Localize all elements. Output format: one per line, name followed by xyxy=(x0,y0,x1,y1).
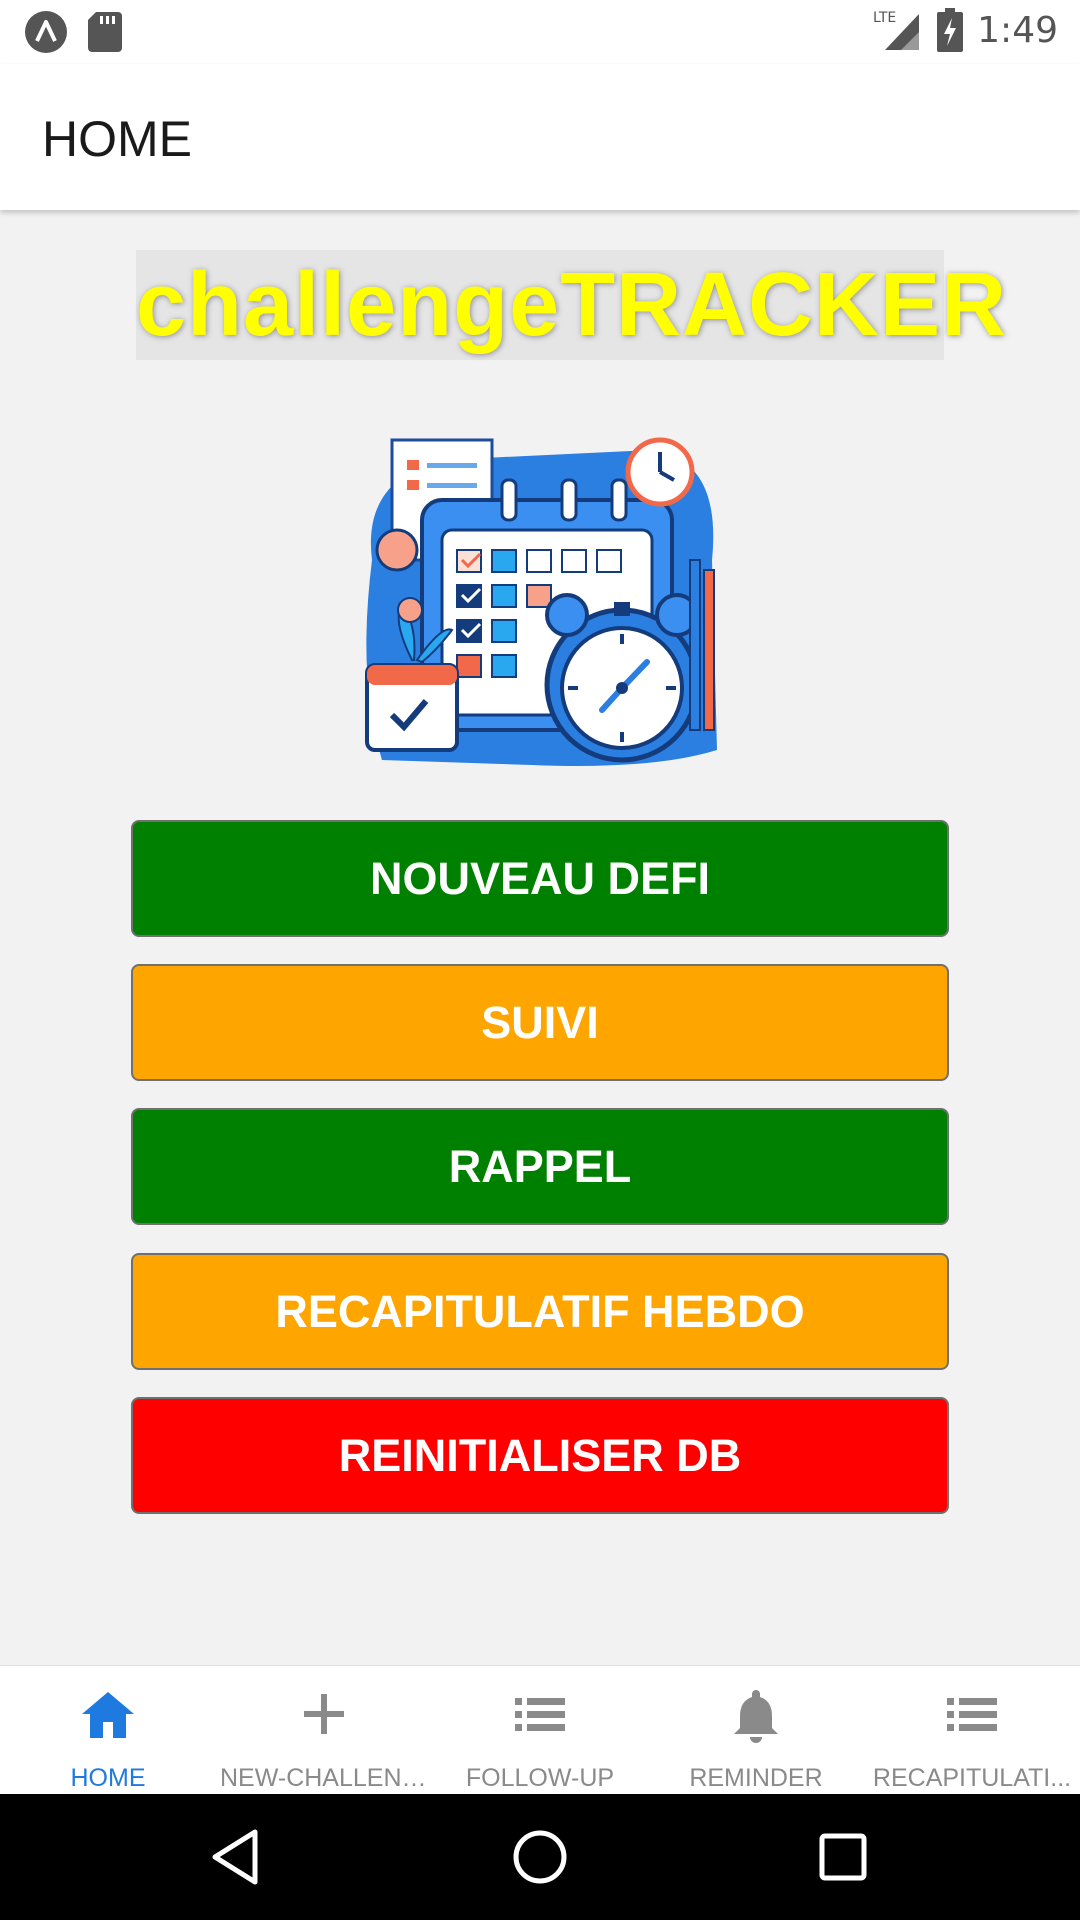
status-left xyxy=(24,10,122,54)
home-circle-icon[interactable] xyxy=(507,1824,573,1890)
tab-recap[interactable]: RECAPITULATI... xyxy=(864,1666,1080,1794)
tab-follow-up-label: FOLLOW-UP xyxy=(465,1764,615,1792)
bottom-navigation: HOME NEW-CHALLENGE FOLLOW-UP REMINDER RE… xyxy=(0,1665,1080,1794)
reset-db-button[interactable]: REINITIALISER DB xyxy=(131,1397,949,1514)
clock: 1:49 xyxy=(977,9,1058,51)
home-icon xyxy=(82,1692,134,1738)
follow-up-button[interactable]: SUIVI xyxy=(131,964,949,1081)
tab-follow-up[interactable]: FOLLOW-UP xyxy=(432,1666,648,1794)
list-icon xyxy=(515,1698,565,1731)
launcher-icon xyxy=(25,11,67,53)
app-bar: HOME xyxy=(0,64,1080,210)
list-icon xyxy=(947,1698,997,1731)
main-content: challengeTRACKER NOUVEAU DEFI SUIVI RAPP… xyxy=(0,210,1080,1665)
tab-home-label: HOME xyxy=(70,1764,146,1792)
page-title: HOME xyxy=(42,111,192,167)
app-logo-text: challengeTRACKER xyxy=(136,250,1006,360)
status-bar: LTE 1:49 xyxy=(0,0,1080,64)
tab-home[interactable]: HOME xyxy=(0,1666,216,1794)
plus-icon xyxy=(304,1694,344,1734)
sd-card-icon xyxy=(88,12,122,52)
system-navigation-bar xyxy=(0,1794,1080,1920)
battery-icon xyxy=(937,8,964,52)
status-right: LTE 1:49 xyxy=(873,8,1058,52)
weekly-summary-button[interactable]: RECAPITULATIF HEBDO xyxy=(131,1253,949,1370)
signal-icon: LTE xyxy=(873,10,920,50)
reminder-button[interactable]: RAPPEL xyxy=(131,1108,949,1225)
tab-new-challenge[interactable]: NEW-CHALLENGE xyxy=(216,1666,432,1794)
tab-reminder-label: REMINDER xyxy=(689,1764,823,1792)
tab-reminder[interactable]: REMINDER xyxy=(648,1666,864,1794)
new-challenge-button[interactable]: NOUVEAU DEFI xyxy=(131,820,949,937)
tab-new-challenge-label: NEW-CHALLENGE xyxy=(220,1764,432,1792)
network-label: LTE xyxy=(873,10,896,26)
bell-icon xyxy=(734,1690,778,1743)
calendar-clock-illustration xyxy=(365,437,717,766)
back-icon[interactable] xyxy=(203,1824,269,1890)
tab-recap-label: RECAPITULATI... xyxy=(872,1764,1072,1792)
recents-icon[interactable] xyxy=(810,1824,876,1890)
